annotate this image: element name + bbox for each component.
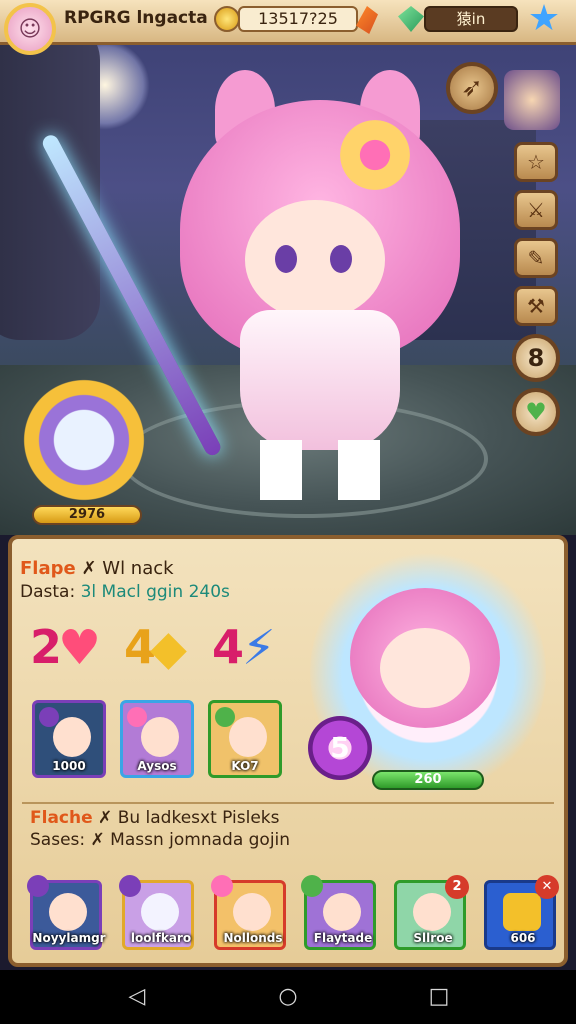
cross-icon: ✗ [90, 830, 111, 850]
card-portrait [141, 717, 179, 757]
team-member-6[interactable]: ✕ 606 [484, 875, 559, 950]
lightning-stat-icon: ⚡ [242, 620, 276, 676]
card-label: KO7 [231, 759, 259, 773]
team-count-badge: 2 [445, 875, 469, 899]
team-member-4[interactable]: Flaytade [301, 875, 376, 950]
gold-coin-icon [214, 6, 240, 32]
team-gem-icon [301, 875, 323, 897]
ally-power-bar: 2976 [32, 505, 142, 525]
ally-character[interactable] [14, 370, 154, 510]
crossed-swords-button[interactable]: ⚔ [514, 190, 558, 230]
card-3[interactable]: KO7 [208, 700, 282, 778]
team-label: loolfkaro [130, 931, 192, 945]
team-portrait [49, 893, 87, 931]
info-row-4-value: Massn jomnada gojin [110, 830, 291, 850]
info-row-2-label: Dasta: [20, 582, 76, 602]
hero-legs [260, 440, 380, 500]
compass-button[interactable]: ➶ [446, 62, 498, 114]
skill-orb[interactable]: 5 [308, 716, 372, 780]
info-row-1: Flape ✗ Wl nack [20, 558, 174, 579]
team-member-3[interactable]: Nollonds [211, 875, 286, 950]
star-icon[interactable]: ★ [524, 0, 564, 38]
home-icon[interactable]: ○ [273, 982, 303, 1012]
team-member-5[interactable]: 2 Sllroe [394, 875, 469, 950]
team-portrait [141, 893, 179, 931]
cross-icon: ✗ [98, 808, 118, 828]
preview-face [380, 628, 470, 708]
heart-icon[interactable]: ♥ [512, 388, 560, 436]
card-portrait [229, 717, 267, 757]
counter-badge[interactable]: 8 [512, 334, 560, 382]
hero-flower-ornament [340, 120, 410, 190]
main-hero[interactable] [170, 60, 470, 500]
quill-button[interactable]: ✎ [514, 238, 558, 278]
info-row-1-label: Flape [20, 558, 76, 579]
team-member-1[interactable]: Noyylamgr [27, 875, 106, 950]
card-label: Aysos [137, 759, 177, 773]
team-gem-icon [119, 875, 141, 897]
hero-face [245, 200, 385, 320]
preview-power-bar: 260 [372, 770, 484, 790]
team-portrait [323, 893, 361, 931]
card-portrait [53, 717, 91, 757]
hero-dress [240, 310, 400, 450]
crystal-stat-icon: ◆ [150, 620, 187, 676]
team-label: Noyylamgr [32, 931, 106, 945]
card-label: 1000 [52, 759, 86, 773]
player-name: RPGRG lngacta [64, 8, 208, 28]
gem-counter: 猿in [424, 6, 518, 32]
info-row-1-value: Wl nack [102, 558, 174, 579]
stat-value-3: 4 [212, 620, 245, 674]
gold-counter: 13517?25 [238, 6, 358, 32]
team-label: Flaytade [313, 931, 373, 945]
info-row-2-value: 3l Macl ggin 240s [80, 582, 230, 602]
recents-icon[interactable]: □ [424, 982, 454, 1012]
mini-portrait[interactable] [504, 70, 560, 130]
axe-button[interactable]: ⚒ [514, 286, 558, 326]
team-gem-icon [211, 875, 233, 897]
info-row-3: Flache ✗ Bu ladkesxt Pisleks [30, 808, 280, 828]
team-portrait [413, 893, 451, 931]
card-1[interactable]: 1000 [32, 700, 106, 778]
heart-emblem-icon [503, 893, 541, 931]
team-label: 606 [510, 931, 536, 945]
hero-eye-right [330, 245, 352, 273]
info-row-3-label: Flache [30, 808, 93, 828]
team-member-2[interactable]: loolfkaro [119, 875, 194, 950]
info-row-4: Sases: ✗ Massn jomnada gojin [30, 830, 290, 850]
info-row-3-value: Bu ladkesxt Pisleks [117, 808, 280, 828]
card-2[interactable]: Aysos [120, 700, 194, 778]
team-portrait [233, 893, 271, 931]
cross-icon: ✗ [81, 558, 103, 579]
back-icon[interactable]: ◁ [122, 982, 152, 1012]
close-icon[interactable]: ✕ [535, 875, 559, 899]
tree-trunk [0, 20, 100, 340]
panel-divider [22, 802, 554, 804]
info-row-2: Dasta: 3l Macl ggin 240s [20, 582, 230, 602]
team-gem-icon [27, 875, 49, 897]
info-row-4-label: Sases: [30, 830, 86, 850]
team-label: Sllroe [413, 931, 453, 945]
team-label: Nollonds [223, 931, 283, 945]
heart-stat-icon: ♥ [58, 620, 102, 676]
star-menu-button[interactable]: ☆ [514, 142, 558, 182]
player-avatar[interactable]: ☺ [4, 3, 56, 55]
hero-eye-left [275, 245, 297, 273]
